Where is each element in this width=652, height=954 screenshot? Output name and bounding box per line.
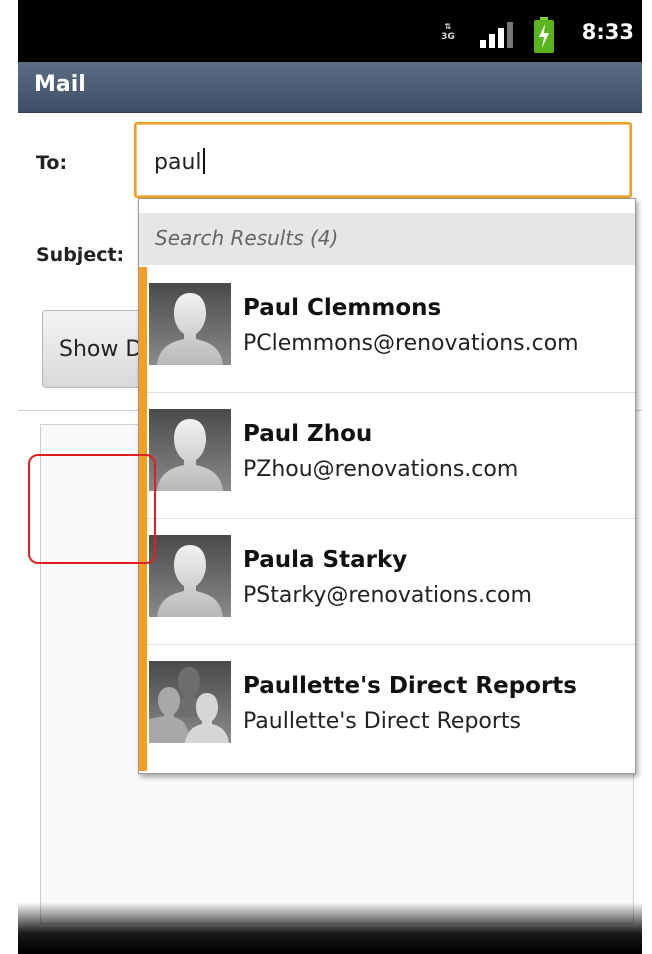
status-time: 8:33 [581, 20, 634, 44]
search-results-header: Search Results (4) [139, 213, 635, 265]
signal-strength-icon [480, 22, 513, 48]
to-input[interactable]: paul [134, 122, 632, 198]
group-icon [149, 661, 231, 743]
contact-group-result-item[interactable]: Paullette's Direct Reports Paullette's D… [139, 645, 635, 771]
person-icon [149, 409, 231, 491]
contact-result-item[interactable]: Paula Starky PStarky@renovations.com [139, 519, 635, 645]
bottom-shadow [18, 902, 642, 954]
contact-name: Paullette's Direct Reports [243, 673, 577, 699]
group-avatar-highlight [28, 454, 156, 564]
contact-result-item[interactable]: Paul Clemmons PClemmons@renovations.com [139, 267, 635, 393]
battery-charging-icon [534, 17, 554, 53]
search-results-count: Search Results (4) [155, 226, 339, 250]
contact-email: PZhou@renovations.com [243, 457, 519, 482]
text-caret [202, 148, 205, 174]
result-accent-bar [139, 645, 147, 771]
subject-label: Subject: [36, 244, 125, 266]
result-accent-bar [139, 267, 147, 393]
network-3g-icon: ⇅ 3G [441, 22, 455, 42]
contact-result-item[interactable]: Paul Zhou PZhou@renovations.com [139, 393, 635, 519]
contact-search-dropdown: Search Results (4) Paul Clemmons PClemmo… [138, 198, 636, 774]
to-label: To: [36, 152, 68, 174]
person-icon [149, 535, 231, 617]
contact-name: Paul Zhou [243, 421, 373, 447]
show-details-button-label: Show D [59, 337, 143, 362]
to-input-value: paul [154, 148, 205, 175]
contact-email: Paullette's Direct Reports [243, 709, 522, 734]
app-title-bar: Mail [18, 62, 642, 113]
phone-screen: ⇅ 3G 8:33 Mail To: paul Subject: Show D … [18, 0, 642, 954]
person-icon [149, 283, 231, 365]
contact-email: PClemmons@renovations.com [243, 331, 579, 356]
contact-name: Paula Starky [243, 547, 408, 573]
app-title: Mail [34, 72, 86, 97]
contact-name: Paul Clemmons [243, 295, 442, 321]
contact-email: PStarky@renovations.com [243, 583, 532, 608]
status-bar: ⇅ 3G 8:33 [18, 0, 642, 62]
